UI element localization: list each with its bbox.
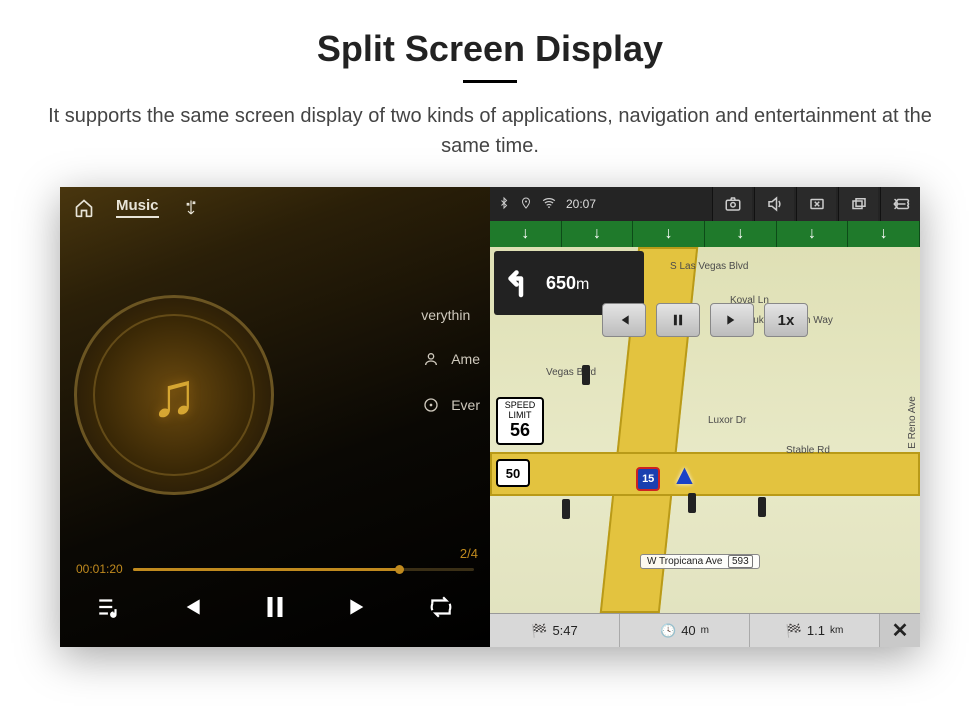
bluetooth-icon	[498, 196, 510, 213]
album-row: Ever	[421, 395, 480, 415]
duration-unit: m	[701, 625, 709, 636]
eta-value: 5:47	[552, 623, 577, 638]
street-label: S Las Vegas Blvd	[670, 261, 748, 272]
speed-limit-value: 56	[498, 421, 542, 441]
album-icon	[421, 395, 441, 415]
flag-icon: 🏁	[531, 623, 547, 639]
progress-row: 00:01:20	[60, 562, 490, 576]
player-controls	[60, 576, 490, 647]
album-disc: ♫	[74, 295, 274, 495]
street-label: Luxor Dr	[708, 415, 746, 426]
lane-arrow-icon: ↓	[848, 221, 920, 247]
next-button[interactable]	[346, 594, 372, 627]
album-name: Ever	[451, 397, 480, 413]
clock-icon: 🕓	[660, 623, 676, 639]
track-pager: 2/4	[460, 546, 478, 561]
highway-horizontal	[490, 452, 920, 496]
traffic-light-icon	[758, 497, 766, 517]
route-shield: 50	[496, 459, 530, 487]
close-app-button[interactable]	[796, 187, 836, 221]
progress-bar[interactable]	[133, 568, 474, 571]
split-screen-device: Music ♫ verythin Ame Ever 2/4 00:01:20	[60, 187, 920, 647]
track-title-row: verythin	[421, 307, 480, 323]
track-title: verythin	[421, 307, 470, 323]
speed-limit-label: SPEED LIMIT	[505, 400, 536, 420]
artist-row: Ame	[421, 349, 480, 369]
overlay-pause-button[interactable]	[656, 303, 700, 337]
artist-name: Ame	[451, 351, 480, 367]
street-label: Stable Rd	[786, 445, 830, 456]
recent-apps-button[interactable]	[838, 187, 878, 221]
close-nav-button[interactable]: ✕	[880, 614, 920, 647]
duration-segment[interactable]: 🕓 40 m	[620, 614, 750, 647]
progress-handle[interactable]	[395, 565, 404, 574]
playlist-button[interactable]	[96, 594, 122, 627]
lane-guidance-bar: ↓ ↓ ↓ ↓ ↓ ↓	[490, 221, 920, 247]
artist-icon	[421, 349, 441, 369]
route-number: 593	[728, 555, 753, 568]
wifi-icon	[542, 196, 556, 213]
traffic-light-icon	[582, 365, 590, 385]
track-metadata: verythin Ame Ever	[421, 307, 480, 415]
interstate-shield: 15	[636, 467, 660, 491]
lane-arrow-icon: ↓	[490, 221, 562, 247]
overlay-speed-button[interactable]: 1x	[764, 303, 808, 337]
repeat-button[interactable]	[428, 594, 454, 627]
street-pill: W Tropicana Ave 593	[640, 554, 760, 569]
traffic-light-icon	[562, 499, 570, 519]
pause-button[interactable]	[260, 592, 290, 629]
flag-icon: 🏁	[786, 623, 802, 639]
prev-button[interactable]	[178, 594, 204, 627]
music-panel: Music ♫ verythin Ame Ever 2/4 00:01:20	[60, 187, 490, 647]
distance-unit: km	[830, 625, 843, 636]
title-underline	[463, 80, 517, 83]
street-label: W Tropicana Ave	[647, 556, 722, 567]
nav-bottom-bar: 🏁 5:47 🕓 40 m 🏁 1.1 km ✕	[490, 613, 920, 647]
traffic-light-icon	[688, 493, 696, 513]
clock: 20:07	[566, 197, 596, 211]
map-media-overlay: 1x	[602, 303, 808, 337]
lane-arrow-icon: ↓	[705, 221, 777, 247]
vehicle-arrow-icon: ▲	[671, 459, 699, 491]
tab-music[interactable]: Music	[116, 197, 159, 218]
duration-value: 40	[681, 623, 695, 638]
page-title: Split Screen Display	[0, 0, 980, 70]
elapsed-time: 00:01:20	[76, 562, 123, 576]
volume-button[interactable]	[754, 187, 794, 221]
screenshot-button[interactable]	[712, 187, 752, 221]
distance-value: 1.1	[807, 623, 825, 638]
music-note-icon: ♫	[151, 360, 198, 431]
progress-fill	[133, 568, 399, 571]
street-label: E Reno Ave	[907, 396, 918, 449]
lane-arrow-icon: ↓	[777, 221, 849, 247]
turn-distance: 650	[546, 273, 576, 293]
turn-distance-unit: m	[576, 276, 589, 293]
speed-limit-sign: SPEED LIMIT 56	[496, 397, 544, 445]
location-icon	[520, 196, 532, 213]
turn-left-icon	[500, 265, 536, 301]
distance-segment[interactable]: 🏁 1.1 km	[750, 614, 880, 647]
eta-segment[interactable]: 🏁 5:47	[490, 614, 620, 647]
lane-arrow-icon: ↓	[633, 221, 705, 247]
overlay-prev-button[interactable]	[602, 303, 646, 337]
usb-icon[interactable]	[181, 198, 201, 218]
navigation-panel: 20:07 ↓ ↓ ↓ ↓ ↓ ↓ S Las Vegas Blvd Koval…	[490, 187, 920, 647]
system-status-bar: 20:07	[490, 187, 920, 221]
page-description: It supports the same screen display of t…	[0, 101, 980, 187]
lane-arrow-icon: ↓	[562, 221, 634, 247]
back-button[interactable]	[880, 187, 920, 221]
overlay-next-button[interactable]	[710, 303, 754, 337]
music-topbar: Music	[60, 187, 490, 228]
home-icon[interactable]	[74, 198, 94, 218]
